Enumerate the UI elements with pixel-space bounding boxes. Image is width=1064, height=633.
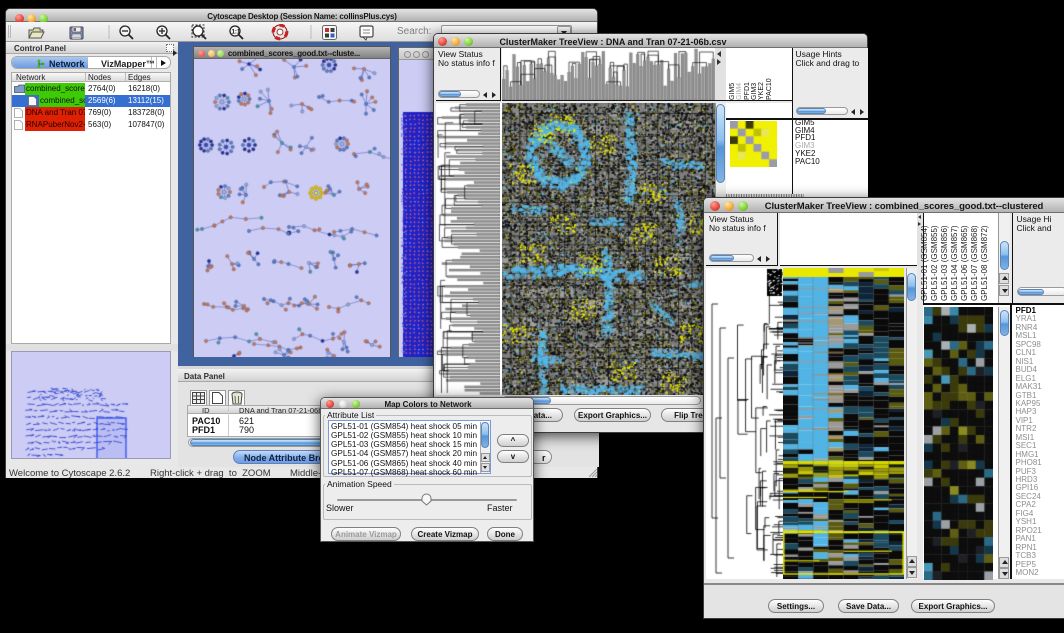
svg-text:1:1: 1:1 xyxy=(232,29,241,35)
